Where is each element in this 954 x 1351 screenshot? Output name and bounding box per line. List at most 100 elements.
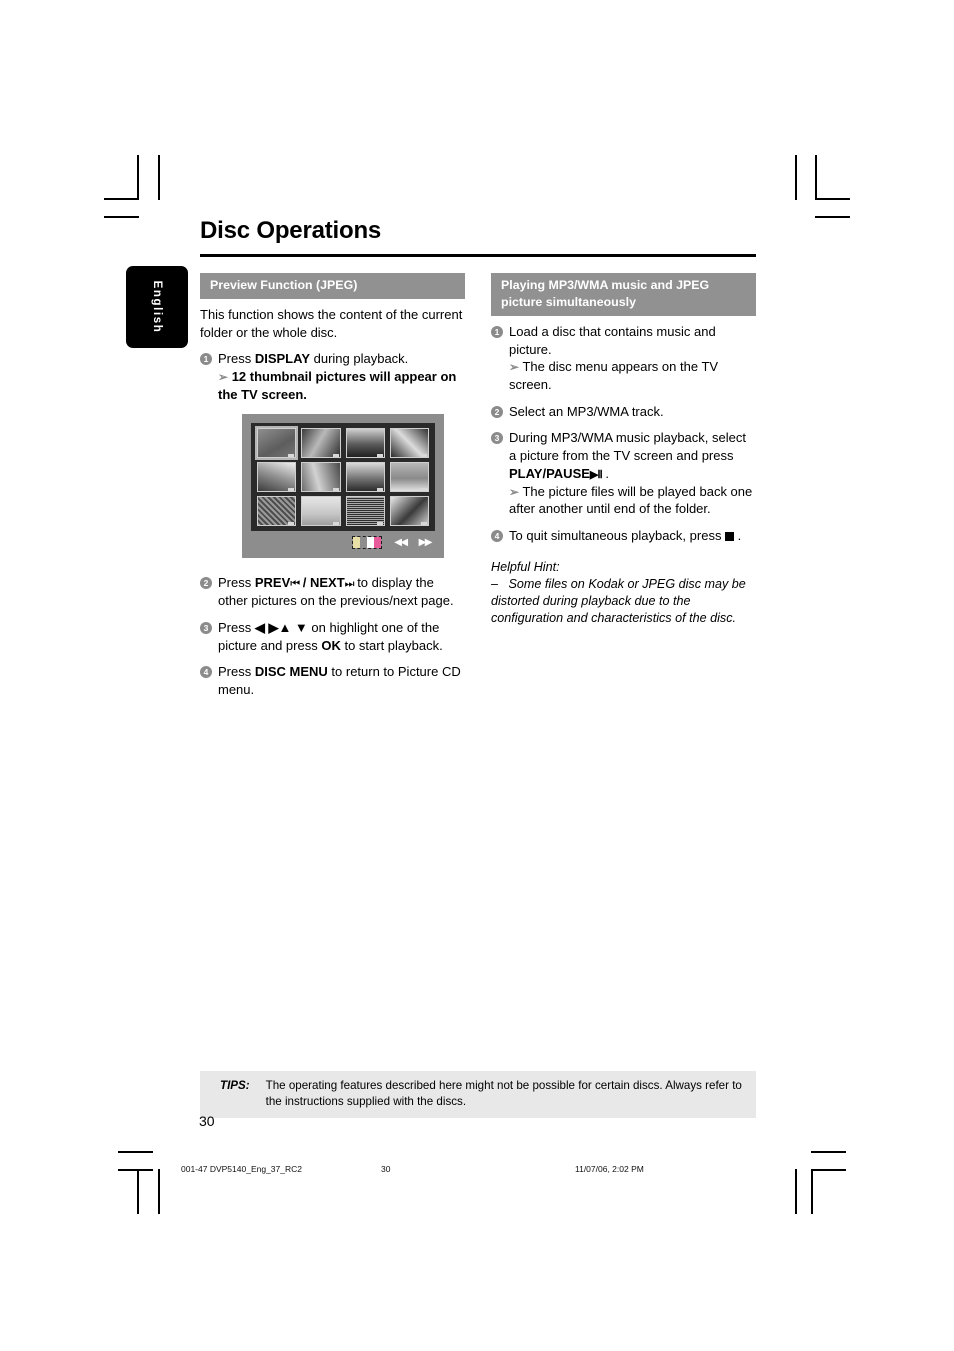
thumbnail-item[interactable] xyxy=(345,462,385,493)
step-body: During MP3/WMA music playback, select a … xyxy=(509,429,756,518)
thumbnail-item[interactable] xyxy=(301,462,341,493)
thumbnail-item[interactable] xyxy=(257,496,297,527)
step-text: Press xyxy=(218,351,255,367)
thumbnail-tag xyxy=(421,522,427,526)
step-number-badge: 1 xyxy=(200,353,212,366)
step-number-badge: 3 xyxy=(491,432,503,445)
keyword-ok: OK xyxy=(321,637,341,653)
step-body: To quit simultaneous playback, press . xyxy=(509,527,756,545)
next-page-icon[interactable]: ▶▶ xyxy=(419,537,433,548)
print-footer-page: 30 xyxy=(381,1164,391,1174)
language-tab: English xyxy=(126,266,188,348)
step-text: Select an MP3/WMA track. xyxy=(509,403,664,419)
step-text: Press xyxy=(218,620,255,636)
next-track-icon: ⏭ xyxy=(344,578,355,591)
step-text: To quit simultaneous playback, press xyxy=(509,527,726,543)
thumbnail-tag xyxy=(376,454,383,458)
thumbnail-item[interactable] xyxy=(257,462,297,493)
tips-label: TIPS: xyxy=(220,1079,250,1092)
keyword-prev: PREV xyxy=(254,575,291,591)
section-heading-preview-function: Preview Function (JPEG) xyxy=(200,273,465,300)
thumbnail-item[interactable] xyxy=(301,496,341,527)
preview-intro-text: This function shows the content of the c… xyxy=(200,307,463,340)
list-item: 2 Press PREV⏮ / NEXT⏭ to display the oth… xyxy=(200,574,465,610)
keyword-disc-menu: DISC MENU xyxy=(254,664,328,680)
list-item: 3 During MP3/WMA music playback, select … xyxy=(491,429,756,518)
page-number: 30 xyxy=(199,1113,215,1129)
helpful-hint-title: Helpful Hint: xyxy=(491,559,560,574)
keyword-next: NEXT xyxy=(310,575,345,591)
step-result-text: The disc menu appears on the TV screen. xyxy=(509,359,719,392)
page-title: Disc Operations xyxy=(200,217,382,244)
keyword-display: DISPLAY xyxy=(254,351,310,367)
language-tab-label: English xyxy=(151,280,163,334)
list-item: 3 Press ◀ ▶▲ ▼ on highlight one of the p… xyxy=(200,619,465,654)
step-text-cont: during playback. xyxy=(310,351,409,367)
thumbnail-item[interactable] xyxy=(389,462,429,493)
two-column-body: Preview Function (JPEG) This function sh… xyxy=(200,273,756,707)
thumbnail-tag xyxy=(332,522,339,526)
step-body: Select an MP3/WMA track. xyxy=(509,403,756,421)
step-result-text: The picture files will be played back on… xyxy=(509,483,753,517)
thumbnail-screen-controls: ◀◀ ▶▶ xyxy=(251,531,435,553)
thumbnail-item[interactable] xyxy=(389,428,429,459)
keyword-play-pause: PLAY/PAUSE xyxy=(509,465,590,481)
list-item: 2 Select an MP3/WMA track. xyxy=(491,403,756,421)
thumbnail-item[interactable] xyxy=(301,428,341,459)
thumbnail-tag xyxy=(376,522,383,526)
step-result-text: 12 thumbnail pictures will appear on the… xyxy=(218,369,457,402)
thumbnail-tag xyxy=(421,454,427,458)
thumbnail-item[interactable] xyxy=(345,496,385,527)
step-number-badge: 4 xyxy=(200,666,212,679)
jpeg-preview-thumbnail-screen: ◀◀ ▶▶ xyxy=(242,414,444,559)
right-column: Playing MP3/WMA music and JPEG picture s… xyxy=(491,273,756,627)
section-heading-mp3-jpeg: Playing MP3/WMA music and JPEG picture s… xyxy=(491,273,756,316)
result-arrow-icon: ➢ xyxy=(509,484,520,499)
thumbnail-tag xyxy=(288,522,295,526)
thumbnail-tag xyxy=(288,488,295,492)
result-arrow-icon: ➢ xyxy=(218,370,229,385)
list-item: 1 Load a disc that contains music and pi… xyxy=(491,323,756,394)
step-number-badge: 1 xyxy=(491,325,503,338)
hint-dash: – xyxy=(491,576,499,591)
step-body: Press DISC MENU to return to Picture CD … xyxy=(218,663,465,698)
thumbnail-tag xyxy=(332,488,339,492)
step-number-badge: 4 xyxy=(491,529,503,542)
step-text: Load a disc that contains music and pict… xyxy=(509,323,716,357)
list-item: 1 Press DISPLAY during playback. ➢ 12 th… xyxy=(200,350,465,403)
step-body: Press PREV⏮ / NEXT⏭ to display the other… xyxy=(218,574,465,610)
color-strip-icon xyxy=(352,535,383,549)
step-body: Press DISPLAY during playback. ➢ 12 thum… xyxy=(218,350,465,403)
thumbnail-item[interactable] xyxy=(254,426,299,461)
list-item: 4 To quit simultaneous playback, press . xyxy=(491,527,756,545)
thumbnail-tag xyxy=(288,454,295,458)
step-text: Press xyxy=(218,664,255,680)
helpful-hint-body: – Some files on Kodak or JPEG disc may b… xyxy=(491,576,756,628)
step-text: During MP3/WMA music playback, select a … xyxy=(509,430,746,463)
step-text-cont: . xyxy=(601,465,610,481)
title-divider xyxy=(200,254,756,258)
step-number-badge: 2 xyxy=(200,577,212,590)
step-number-badge: 3 xyxy=(200,622,212,635)
tips-bar: TIPS: The operating features described h… xyxy=(200,1071,756,1119)
print-footer-filename: 001-47 DVP5140_Eng_37_RC2 xyxy=(181,1164,302,1174)
step-text-cont: . xyxy=(734,527,742,543)
step-text: Press xyxy=(218,575,255,591)
thumbnail-item[interactable] xyxy=(345,428,385,459)
result-arrow-icon: ➢ xyxy=(509,360,520,375)
thumbnail-tag xyxy=(376,488,383,492)
direction-pad-icons: ◀ ▶▲ ▼ xyxy=(254,620,308,636)
thumbnail-item[interactable] xyxy=(389,496,429,527)
page-content: Disc Operations Preview Function (JPEG) … xyxy=(200,217,756,708)
step-body: Press ◀ ▶▲ ▼ on highlight one of the pic… xyxy=(218,619,465,654)
thumbnail-tag xyxy=(421,488,427,492)
hint-text: Some files on Kodak or JPEG disc may be … xyxy=(491,576,746,626)
print-footer-date: 11/07/06, 2:02 PM xyxy=(575,1164,644,1174)
step-text-end: to start playback. xyxy=(340,637,443,653)
step-separator: / xyxy=(299,575,310,591)
prev-track-icon: ⏮ xyxy=(290,578,300,591)
prev-page-icon[interactable]: ◀◀ xyxy=(394,537,408,548)
stop-button-icon xyxy=(725,531,735,541)
step-body: Load a disc that contains music and pict… xyxy=(509,323,756,394)
step-number-badge: 2 xyxy=(491,405,503,418)
